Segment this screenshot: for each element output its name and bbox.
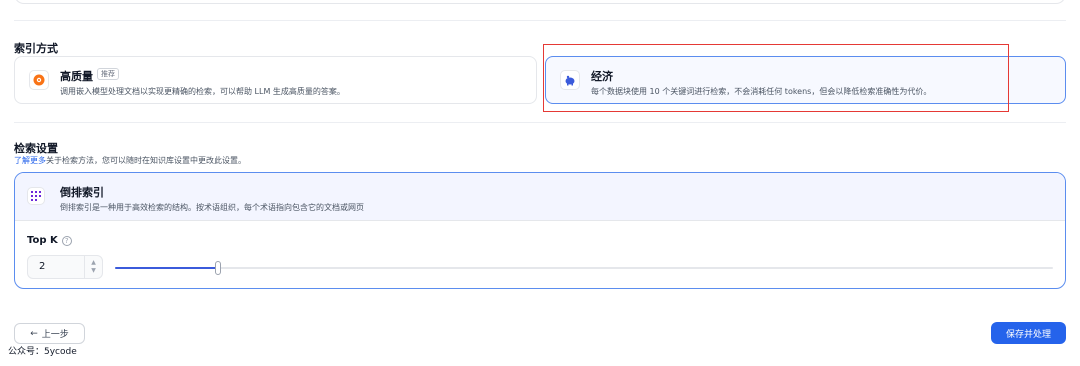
learn-more-link[interactable]: 了解更多: [14, 156, 46, 165]
previous-section-card: [14, 0, 1066, 4]
top-k-input[interactable]: 2 ▲ ▼: [27, 255, 103, 279]
save-and-process-button[interactable]: 保存并处理: [991, 322, 1066, 344]
divider: [14, 122, 1066, 123]
question-circle-icon[interactable]: ?: [61, 235, 72, 246]
arrow-left-icon: ←: [30, 328, 38, 339]
orange-gear-icon: [29, 70, 49, 90]
index-option-high-quality[interactable]: 高质量 推荐 调用嵌入模型处理文档以实现更精确的检索，可以帮助 LLM 生成高质…: [14, 56, 537, 104]
option-title: 高质量: [60, 70, 93, 83]
index-method-title: 索引方式: [14, 42, 58, 55]
watermark-text: 公众号：5ycode: [8, 347, 77, 357]
top-k-slider-thumb[interactable]: [215, 261, 221, 275]
divider: [14, 20, 1066, 21]
top-k-value: 2: [39, 261, 46, 272]
prev-step-label: 上一步: [41, 330, 69, 340]
retrieval-method-description: 倒排索引是一种用于高效检索的结构。按术语组织，每个术语指向包含它的文档或网页: [60, 203, 364, 212]
retrieval-settings-hint: 了解更多关于检索方法，您可以随时在知识库设置中更改此设置。: [14, 155, 246, 166]
inverted-index-card[interactable]: 倒排索引 倒排索引是一种用于高效检索的结构。按术语组织，每个术语指向包含它的文档…: [14, 172, 1066, 289]
retrieval-settings-title: 检索设置: [14, 142, 58, 155]
top-k-slider-track[interactable]: [115, 267, 1053, 269]
option-description: 调用嵌入模型处理文档以实现更精确的检索，可以帮助 LLM 生成高质量的答案。: [60, 87, 345, 96]
hint-text: 关于检索方法，您可以随时在知识库设置中更改此设置。: [46, 156, 246, 165]
prev-step-button[interactable]: ← 上一步: [14, 323, 85, 344]
grid-dots-icon: [27, 187, 45, 205]
top-k-label-text: Top K: [27, 235, 58, 246]
top-k-stepper[interactable]: ▲ ▼: [84, 256, 102, 278]
recommended-badge: 推荐: [97, 68, 119, 80]
top-k-slider-fill: [115, 267, 218, 269]
chevron-up-icon[interactable]: ▲: [91, 259, 96, 267]
highlight-annotation-box: [543, 44, 1009, 112]
chevron-down-icon[interactable]: ▼: [91, 267, 96, 275]
top-k-label: Top K ?: [27, 235, 72, 246]
retrieval-method-header: 倒排索引 倒排索引是一种用于高效检索的结构。按术语组织，每个术语指向包含它的文档…: [15, 173, 1065, 221]
retrieval-method-title: 倒排索引: [60, 186, 104, 199]
